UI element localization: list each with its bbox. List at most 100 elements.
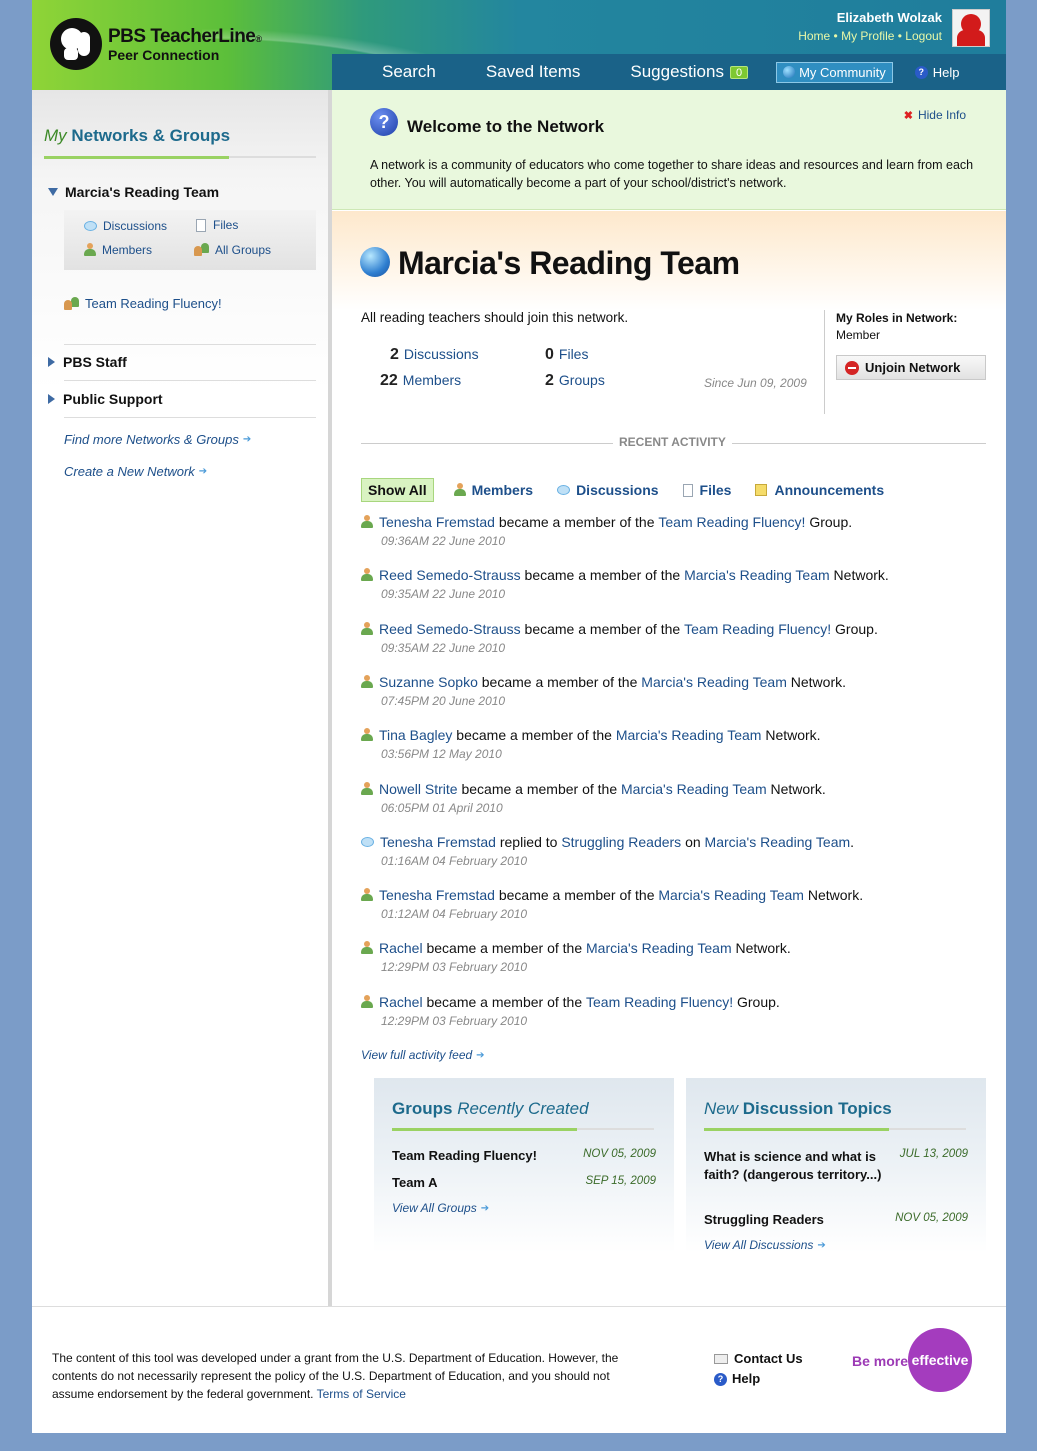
- view-full-activity-link[interactable]: View full activity feed ➔: [361, 1048, 485, 1062]
- activity-link[interactable]: Struggling Readers: [561, 834, 681, 850]
- filter-discussions[interactable]: Discussions: [557, 482, 659, 498]
- activity-link[interactable]: Marcia's Reading Team: [586, 940, 732, 956]
- sidebar-item-all-groups[interactable]: All Groups: [194, 243, 271, 257]
- activity-link[interactable]: Tenesha Fremstad: [379, 514, 495, 530]
- arrow-right-icon: ➔: [476, 1049, 485, 1061]
- activity-link[interactable]: Reed Semedo-Strauss: [379, 567, 521, 583]
- member-icon: [361, 621, 373, 636]
- envelope-icon: [714, 1354, 728, 1364]
- activity-link[interactable]: Reed Semedo-Strauss: [379, 621, 521, 637]
- activity-item: Tina Bagley became a member of the Marci…: [361, 727, 981, 761]
- member-icon: [361, 888, 373, 902]
- nav-my-community-label: My Community: [799, 64, 886, 80]
- activity-link[interactable]: Suzanne Sopko: [379, 674, 478, 690]
- filter-files[interactable]: Files: [682, 482, 731, 498]
- activity-item: Tenesha Fremstad replied to Struggling R…: [361, 834, 981, 868]
- member-icon: [361, 781, 373, 796]
- sidebar-network-pbs-staff[interactable]: PBS Staff: [48, 354, 127, 370]
- nav-help[interactable]: ? Help: [914, 65, 960, 80]
- help-icon: ?: [714, 1372, 727, 1386]
- hide-info-button[interactable]: ✖ Hide Info: [904, 108, 966, 122]
- terms-of-service-link[interactable]: Terms of Service: [317, 1387, 406, 1401]
- activity-link[interactable]: Tenesha Fremstad: [380, 834, 496, 850]
- activity-item: Tenesha Fremstad became a member of the …: [361, 887, 981, 921]
- activity-link[interactable]: Rachel: [379, 994, 423, 1010]
- activity-link[interactable]: Marcia's Reading Team: [705, 834, 851, 850]
- activity-link[interactable]: Team Reading Fluency!: [586, 994, 733, 1010]
- view-all-discussions-link[interactable]: View All Discussions ➔: [704, 1238, 826, 1252]
- logout-link[interactable]: Logout: [905, 29, 942, 43]
- activity-text: became a member of the: [457, 780, 622, 797]
- discussion-bubble-icon: [84, 221, 97, 231]
- member-icon: [361, 994, 373, 1009]
- my-roles: My Roles in Network: Member: [836, 310, 957, 344]
- filter-announcements[interactable]: Announcements: [755, 482, 884, 498]
- activity-link[interactable]: Rachel: [379, 940, 423, 956]
- activity-link[interactable]: Marcia's Reading Team: [684, 567, 830, 583]
- footer-help-link[interactable]: ? Help: [714, 1369, 803, 1389]
- create-network-link[interactable]: Create a New Network ➔: [64, 464, 207, 479]
- contact-us-link[interactable]: Contact Us: [714, 1349, 803, 1369]
- unjoin-network-button[interactable]: Unjoin Network: [836, 355, 986, 380]
- sidebar-item-members[interactable]: Members: [84, 243, 152, 257]
- sidebar-group-team-reading-fluency[interactable]: Team Reading Fluency!: [64, 296, 222, 311]
- activity-text: Group.: [733, 993, 780, 1010]
- stat-discussions[interactable]: 2 Discussions: [390, 346, 479, 364]
- sidebar-network-marcia[interactable]: Marcia's Reading Team: [48, 184, 219, 200]
- welcome-title: Welcome to the Network: [407, 117, 605, 136]
- group-row[interactable]: Team Reading Fluency! NOV 05, 2009: [392, 1148, 656, 1163]
- activity-timestamp: 09:36AM 22 June 2010: [381, 534, 506, 548]
- pbs-logo[interactable]: PBS TeacherLine® Peer Connection: [50, 18, 262, 70]
- activity-item: Tenesha Fremstad became a member of the …: [361, 514, 981, 548]
- box-title: Groups Recently Created: [392, 1099, 589, 1118]
- filter-show-all[interactable]: Show All: [361, 478, 434, 502]
- filter-members[interactable]: Members: [453, 482, 533, 498]
- sidebar-network-submenu: Discussions Files Members All Groups: [64, 210, 316, 270]
- topic-row[interactable]: Struggling Readers NOV 05, 2009: [704, 1212, 968, 1227]
- find-more-networks-link[interactable]: Find more Networks & Groups ➔: [64, 432, 251, 447]
- discussion-bubble-icon: [557, 485, 571, 495]
- activity-text: Network.: [803, 887, 864, 904]
- member-icon: [361, 674, 373, 689]
- activity-link[interactable]: Team Reading Fluency!: [684, 621, 831, 637]
- activity-text: Network.: [829, 567, 889, 584]
- my-profile-link[interactable]: My Profile: [841, 29, 894, 43]
- activity-link[interactable]: Tina Bagley: [379, 727, 452, 743]
- home-link[interactable]: Home: [798, 29, 830, 43]
- arrow-right-icon: ➔: [480, 1202, 490, 1214]
- activity-link[interactable]: Marcia's Reading Team: [616, 727, 762, 743]
- activity-link[interactable]: Team Reading Fluency!: [658, 514, 805, 530]
- roles-label: My Roles in Network:: [836, 311, 958, 325]
- stat-files[interactable]: 0 Files: [545, 346, 588, 364]
- activity-item: Rachel became a member of the Marcia's R…: [361, 940, 981, 974]
- activity-link[interactable]: Marcia's Reading Team: [641, 674, 787, 690]
- activity-timestamp: 12:29PM 03 February 2010: [381, 960, 528, 975]
- activity-text: became a member of the: [422, 940, 587, 957]
- arrow-right-icon: ➔: [817, 1239, 826, 1251]
- stat-members[interactable]: 22 Members: [380, 372, 461, 390]
- nav-saved-items[interactable]: Saved Items: [486, 62, 581, 82]
- divider: [824, 310, 825, 414]
- activity-text: on: [681, 833, 705, 850]
- stat-groups[interactable]: 2 Groups: [545, 372, 605, 390]
- sidebar-network-public-support[interactable]: Public Support: [48, 391, 163, 407]
- activity-text: Network.: [761, 727, 821, 744]
- sidebar-item-discussions[interactable]: Discussions: [84, 219, 167, 233]
- activity-link[interactable]: Marcia's Reading Team: [621, 781, 767, 797]
- nav-suggestions[interactable]: Suggestions 0: [630, 62, 749, 82]
- group-row[interactable]: Team A SEP 15, 2009: [392, 1175, 656, 1190]
- topic-row[interactable]: What is science and what is faith? (dang…: [704, 1148, 968, 1184]
- view-all-groups-link[interactable]: View All Groups ➔: [392, 1201, 489, 1215]
- activity-link[interactable]: Tenesha Fremstad: [379, 887, 495, 903]
- site-footer: The content of this tool was developed u…: [32, 1306, 1006, 1433]
- activity-link[interactable]: Marcia's Reading Team: [658, 887, 804, 903]
- footer-links: Contact Us ? Help: [714, 1349, 803, 1389]
- collapsed-triangle-icon: [48, 394, 55, 404]
- sidebar-item-files[interactable]: Files: [196, 218, 238, 232]
- nav-my-community[interactable]: My Community: [776, 61, 893, 83]
- user-panel: Elizabeth Wolzak Home • My Profile • Log…: [798, 10, 942, 43]
- avatar[interactable]: [952, 9, 990, 47]
- close-icon: ✖: [903, 109, 913, 122]
- nav-search[interactable]: Search: [382, 62, 436, 82]
- activity-link[interactable]: Nowell Strite: [379, 781, 458, 797]
